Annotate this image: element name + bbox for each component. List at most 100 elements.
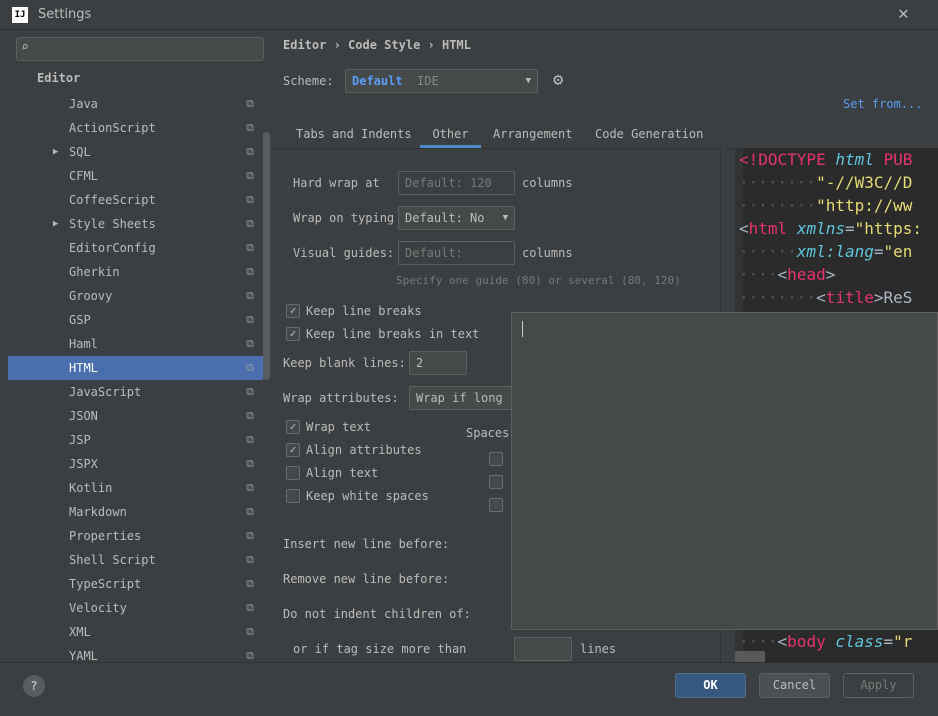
expand-arrow-icon[interactable]: ▶ — [53, 212, 58, 236]
code-line: ····<head> — [739, 265, 835, 284]
spaces-checkbox[interactable] — [489, 475, 503, 489]
sidebar-item-editorconfig[interactable]: EditorConfig ⧉ — [8, 236, 263, 260]
sidebar-item-label: Velocity — [69, 601, 127, 615]
scheme-name: Default — [352, 74, 403, 88]
copy-icon: ⧉ — [246, 361, 254, 374]
code-token: "r — [893, 632, 913, 651]
code-token: title — [825, 288, 874, 307]
sidebar-header-editor[interactable]: Editor — [37, 71, 80, 85]
sidebar-scrollbar[interactable] — [263, 132, 270, 380]
sidebar-item-coffeescript[interactable]: CoffeeScript ⧉ — [8, 188, 263, 212]
keep-line-breaks-checkbox[interactable]: ✓ — [286, 304, 300, 318]
sidebar-item-xml[interactable]: XML ⧉ — [8, 620, 263, 644]
align-text-checkbox[interactable] — [286, 466, 300, 480]
sidebar-item-label: Haml — [69, 337, 98, 351]
sidebar-item-label: JSON — [69, 409, 98, 423]
code-token: <!DOCTYPE — [739, 150, 836, 169]
sidebar-item-label: EditorConfig — [69, 241, 156, 255]
keep-line-breaks-label: Keep line breaks — [306, 304, 422, 318]
apply-button[interactable]: Apply — [843, 673, 914, 698]
sidebar-item-cfml[interactable]: CFML ⧉ — [8, 164, 263, 188]
close-icon[interactable]: ✕ — [898, 3, 909, 24]
code-token: ········ — [739, 288, 817, 307]
code-token: < — [739, 219, 749, 238]
sidebar-item-actionscript[interactable]: ActionScript ⧉ — [8, 116, 263, 140]
align-attributes-checkbox[interactable]: ✓ — [286, 443, 300, 457]
tab-arrangement[interactable]: Arrangement — [493, 124, 572, 148]
keep-line-breaks-text-checkbox[interactable]: ✓ — [286, 327, 300, 341]
sidebar-item-javascript[interactable]: JavaScript ⧉ — [8, 380, 263, 404]
wrap-text-checkbox[interactable]: ✓ — [286, 420, 300, 434]
copy-icon: ⧉ — [246, 121, 254, 134]
code-line: ····<body class="r — [739, 632, 912, 651]
sidebar-item-shell-script[interactable]: Shell Script ⧉ — [8, 548, 263, 572]
wrap-attributes-select[interactable]: Wrap if long — [409, 386, 519, 410]
wrap-on-typing-label: Wrap on typing — [293, 211, 395, 225]
search-input[interactable]: ⌕ — [16, 37, 264, 61]
cancel-button[interactable]: Cancel — [759, 673, 830, 698]
copy-icon: ⧉ — [246, 217, 254, 230]
code-token: xmlns — [796, 219, 845, 238]
code-token: ········ — [739, 196, 817, 215]
title-bar: IJ Settings ✕ — [0, 0, 938, 30]
code-line: ········"-//W3C//D — [739, 173, 912, 192]
set-from-link[interactable]: Set from... — [843, 97, 922, 111]
insert-new-line-label: Insert new line before: — [283, 537, 450, 551]
keep-blank-lines-input[interactable]: 2 — [409, 351, 467, 375]
gear-icon[interactable]: ⚙ — [553, 70, 563, 90]
sidebar-item-velocity[interactable]: Velocity ⧉ — [8, 596, 263, 620]
breadcrumb-item: Code Style — [348, 38, 421, 52]
tab-other[interactable]: Other — [420, 124, 481, 148]
sidebar-item-groovy[interactable]: Groovy ⧉ — [8, 284, 263, 308]
sidebar-item-java[interactable]: Java ⧉ — [8, 92, 263, 116]
popup-editor[interactable] — [511, 312, 938, 630]
guides-hint: Specify one guide (80) or several (80, 1… — [396, 274, 681, 287]
scheme-select[interactable]: Default IDE ▼ — [345, 69, 538, 93]
sidebar-item-properties[interactable]: Properties ⧉ — [8, 524, 263, 548]
sidebar-item-haml[interactable]: Haml ⧉ — [8, 332, 263, 356]
sidebar-item-gherkin[interactable]: Gherkin ⧉ — [8, 260, 263, 284]
sidebar-item-label: TypeScript — [69, 577, 142, 591]
sidebar-item-html[interactable]: HTML ⧉ — [8, 356, 263, 380]
tab-tabs-and-indents[interactable]: Tabs and Indents — [296, 124, 412, 148]
sidebar-item-label: Properties — [69, 529, 142, 543]
hard-wrap-input[interactable]: Default: 120 — [398, 171, 515, 195]
columns-label: columns — [522, 176, 573, 190]
code-token: "https: — [854, 219, 923, 238]
code-token: html — [748, 219, 788, 238]
sidebar-item-gsp[interactable]: GSP ⧉ — [8, 308, 263, 332]
sidebar-item-label: Gherkin — [69, 265, 120, 279]
tag-size-input[interactable] — [514, 637, 572, 661]
sidebar-item-markdown[interactable]: Markdown ⧉ — [8, 500, 263, 524]
code-token: body — [787, 632, 826, 651]
sidebar-item-kotlin[interactable]: Kotlin ⧉ — [8, 476, 263, 500]
copy-icon: ⧉ — [246, 529, 254, 542]
sidebar-item-style-sheets[interactable]: ▶ Style Sheets ⧉ — [8, 212, 263, 236]
code-line: <html xmlns="https: — [739, 219, 922, 238]
sidebar-item-jsp[interactable]: JSP ⧉ — [8, 428, 263, 452]
ok-button[interactable]: OK — [675, 673, 746, 698]
wrap-on-typing-select[interactable]: Default: No ▼ — [398, 206, 515, 230]
sidebar-item-typescript[interactable]: TypeScript ⧉ — [8, 572, 263, 596]
sidebar-item-json[interactable]: JSON ⧉ — [8, 404, 263, 428]
visual-guides-input[interactable]: Default: — [398, 241, 515, 265]
spaces-checkbox[interactable] — [489, 498, 503, 512]
text-caret — [522, 321, 523, 337]
sidebar-item-jspx[interactable]: JSPX ⧉ — [8, 452, 263, 476]
code-token: < — [816, 288, 826, 307]
expand-arrow-icon[interactable]: ▶ — [53, 140, 58, 164]
copy-icon: ⧉ — [246, 145, 254, 158]
keep-white-spaces-checkbox[interactable] — [286, 489, 300, 503]
spaces-checkbox[interactable] — [489, 452, 503, 466]
sidebar-item-label: CoffeeScript — [69, 193, 156, 207]
tag-size-label: or if tag size more than — [293, 642, 467, 656]
help-button[interactable]: ? — [23, 675, 45, 697]
copy-icon: ⧉ — [246, 409, 254, 422]
sidebar-item-sql[interactable]: ▶ SQL ⧉ — [8, 140, 263, 164]
preview-scrollbar[interactable] — [735, 651, 765, 662]
remove-new-line-label: Remove new line before: — [283, 572, 450, 586]
code-token: ···· — [739, 265, 778, 284]
tab-code-generation[interactable]: Code Generation — [595, 124, 703, 148]
